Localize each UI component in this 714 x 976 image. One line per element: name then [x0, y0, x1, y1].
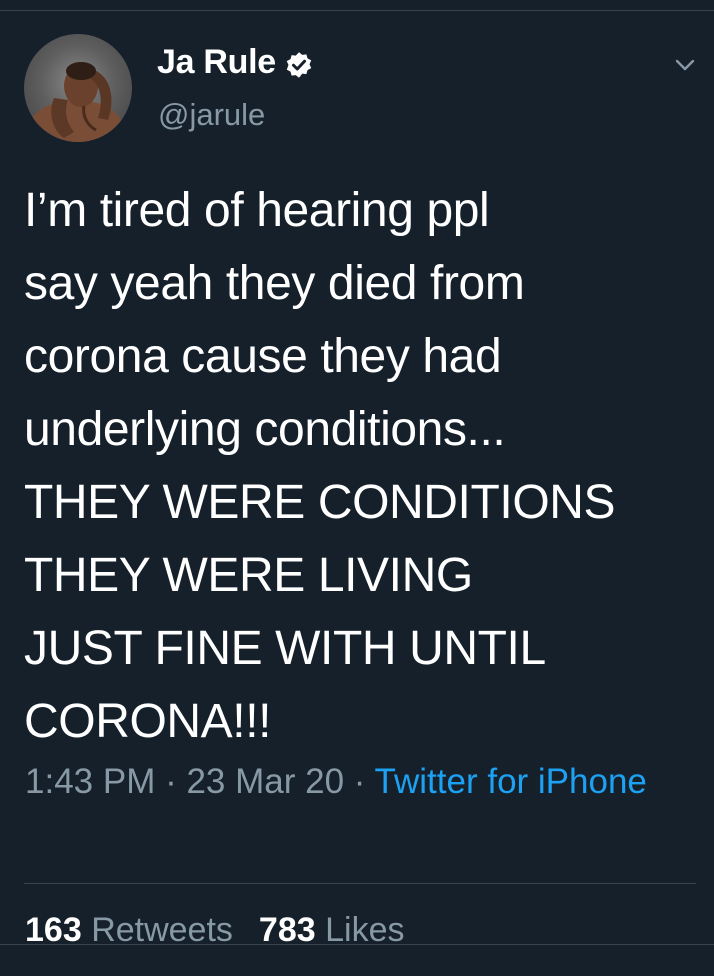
- verified-badge-icon: [284, 47, 314, 78]
- meta-separator: ·: [344, 762, 375, 801]
- chevron-down-icon[interactable]: [670, 50, 700, 80]
- tweet-text: I’m tired of hearing ppl say yeah they d…: [24, 184, 616, 748]
- bottom-divider: [0, 944, 714, 945]
- tweet-meta: 1:43 PM · 23 Mar 20 · Twitter for iPhone: [25, 755, 685, 809]
- avatar[interactable]: [24, 34, 132, 142]
- tweet-source-link[interactable]: Twitter for iPhone: [375, 762, 647, 801]
- author-display-name[interactable]: Ja Rule: [157, 40, 276, 84]
- author-handle[interactable]: @jarule: [158, 93, 265, 137]
- stats-divider: [24, 883, 696, 884]
- top-divider: [0, 10, 714, 11]
- tweet-time[interactable]: 1:43 PM: [25, 762, 155, 801]
- meta-separator: ·: [155, 762, 187, 801]
- tweet-date[interactable]: 23 Mar 20: [186, 762, 344, 801]
- author-name[interactable]: Ja Rule: [157, 40, 314, 84]
- engagement-stats: 163 Retweets 783 Likes: [25, 906, 404, 954]
- avatar-photo: [28, 62, 124, 142]
